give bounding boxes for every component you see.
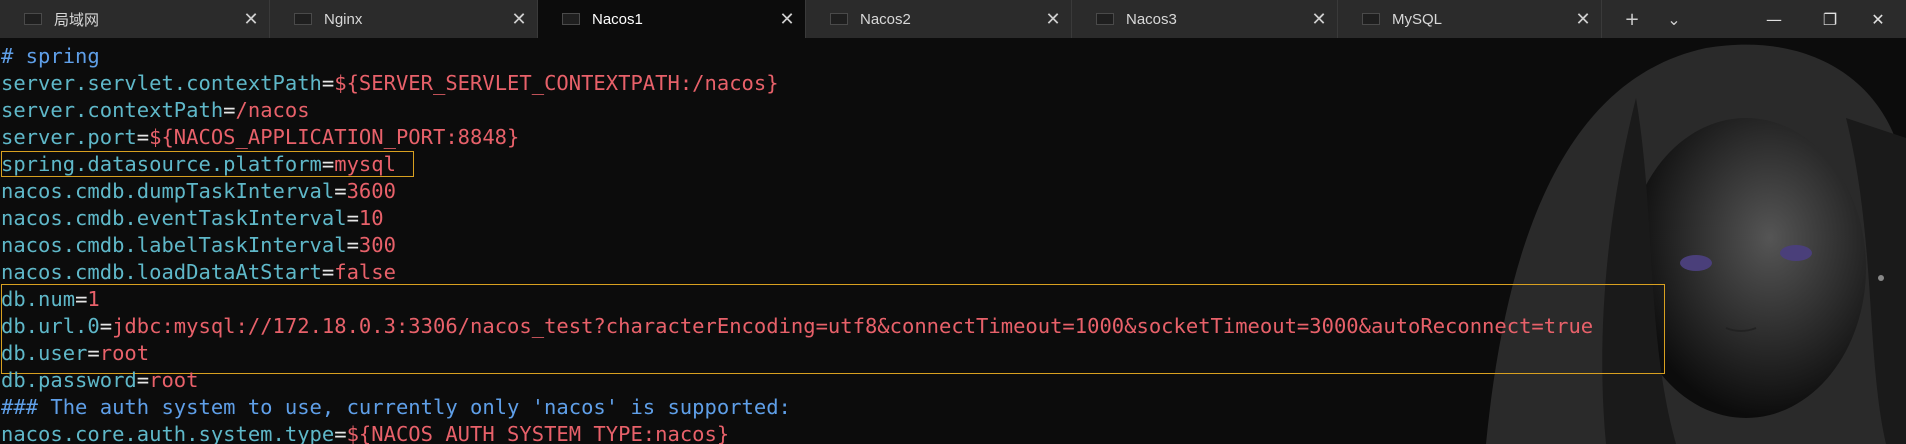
terminal-pane[interactable]: # spring server.servlet.contextPath=${SE…	[0, 38, 1906, 444]
config-value: 10	[358, 206, 384, 230]
config-line: server.contextPath=/nacos	[1, 97, 310, 124]
config-line: nacos.cmdb.loadDataAtStart=false	[1, 259, 396, 286]
tab-lan[interactable]: 局域网 ✕	[0, 0, 270, 38]
config-line: nacos.cmdb.labelTaskInterval=300	[1, 232, 396, 259]
config-value: /nacos	[235, 98, 310, 122]
tab-nginx[interactable]: Nginx ✕	[270, 0, 538, 38]
config-value: 300	[358, 233, 396, 257]
tab-label: Nginx	[324, 10, 363, 28]
close-tab-icon[interactable]: ✕	[1301, 9, 1337, 30]
config-key: nacos.cmdb.loadDataAtStart	[1, 260, 322, 284]
config-key: db.num	[1, 287, 76, 311]
tab-label: Nacos2	[860, 10, 911, 28]
config-line: nacos.core.auth.system.type=${NACOS_AUTH…	[1, 421, 729, 444]
tab-nacos3[interactable]: Nacos3 ✕	[1072, 0, 1338, 38]
config-line: db.password=root	[1, 367, 198, 394]
equals-sign: =	[87, 341, 100, 365]
comment-text: ### The auth system to use, currently on…	[1, 395, 791, 419]
config-value: false	[334, 260, 396, 284]
equals-sign: =	[136, 368, 150, 392]
equals-sign: =	[99, 314, 113, 338]
config-value: root	[149, 368, 199, 392]
terminal-icon	[24, 13, 42, 25]
config-key: server.servlet.contextPath	[1, 71, 322, 95]
background-anime-image	[1446, 38, 1906, 444]
config-value: mysql	[334, 152, 396, 176]
config-value: root	[99, 341, 150, 365]
config-line: spring.datasource.platform=mysql	[1, 151, 396, 178]
tab-bar: 局域网 ✕ Nginx ✕ Nacos1 ✕ Nacos2 ✕ Nacos3 ✕…	[0, 0, 1906, 38]
config-key: nacos.cmdb.dumpTaskInterval	[1, 179, 335, 203]
config-line: db.num=1	[1, 286, 100, 313]
config-key: server.contextPath	[1, 98, 224, 122]
equals-sign: =	[346, 206, 359, 230]
terminal-icon	[1096, 13, 1114, 25]
close-tab-icon[interactable]: ✕	[1035, 9, 1071, 30]
close-tab-icon[interactable]: ✕	[769, 9, 805, 30]
terminal-icon	[294, 13, 312, 25]
config-line: nacos.cmdb.eventTaskInterval=10	[1, 205, 384, 232]
config-key: nacos.cmdb.labelTaskInterval	[1, 233, 347, 257]
config-value: 1	[87, 287, 100, 311]
tab-label: Nacos1	[592, 10, 643, 28]
config-comment: ### The auth system to use, currently on…	[1, 394, 791, 421]
config-key: server.port	[1, 125, 137, 149]
close-window-button[interactable]: ✕	[1850, 0, 1906, 38]
new-tab-button[interactable]: +	[1614, 0, 1650, 38]
close-tab-icon[interactable]: ✕	[233, 9, 269, 30]
equals-sign: =	[75, 287, 88, 311]
config-value: ${NACOS_APPLICATION_PORT:8848}	[149, 125, 520, 149]
terminal-icon	[562, 13, 580, 25]
equals-sign: =	[223, 98, 236, 122]
equals-sign: =	[136, 125, 150, 149]
minimize-button[interactable]: —	[1746, 0, 1802, 38]
config-line: server.port=${NACOS_APPLICATION_PORT:884…	[1, 124, 519, 151]
config-value: ${NACOS_AUTH_SYSTEM_TYPE:nacos}	[346, 422, 730, 444]
comment-text: # spring	[1, 44, 100, 68]
config-comment: # spring	[1, 43, 100, 70]
tab-dropdown-button[interactable]: ⌄	[1656, 0, 1692, 38]
close-tab-icon[interactable]: ✕	[1565, 9, 1601, 30]
tab-label: Nacos3	[1126, 10, 1177, 28]
config-value: 3600	[346, 179, 396, 203]
equals-sign: =	[334, 422, 347, 444]
config-line: db.user=root	[1, 340, 149, 367]
terminal-icon	[1362, 13, 1380, 25]
config-line: server.servlet.contextPath=${SERVER_SERV…	[1, 70, 779, 97]
config-key: nacos.cmdb.eventTaskInterval	[1, 206, 347, 230]
tab-label: 局域网	[54, 11, 100, 29]
tab-label: MySQL	[1392, 10, 1443, 28]
tab-mysql[interactable]: MySQL ✕	[1338, 0, 1602, 38]
equals-sign: =	[321, 260, 335, 284]
equals-sign: =	[346, 233, 359, 257]
config-key: db.user	[1, 341, 88, 365]
config-key: spring.datasource.platform	[1, 152, 322, 176]
config-value: ${SERVER_SERVLET_CONTEXTPATH:/nacos}	[334, 71, 779, 95]
config-key: db.url.0	[1, 314, 100, 338]
config-line: nacos.cmdb.dumpTaskInterval=3600	[1, 178, 396, 205]
config-value: jdbc:mysql://172.18.0.3:3306/nacos_test?…	[112, 314, 1594, 338]
close-tab-icon[interactable]: ✕	[501, 9, 537, 30]
terminal-icon	[830, 13, 848, 25]
equals-sign: =	[321, 71, 335, 95]
tab-nacos2[interactable]: Nacos2 ✕	[806, 0, 1072, 38]
equals-sign: =	[321, 152, 335, 176]
equals-sign: =	[334, 179, 347, 203]
config-key: db.password	[1, 368, 137, 392]
config-key: nacos.core.auth.system.type	[1, 422, 335, 444]
tab-nacos1[interactable]: Nacos1 ✕	[538, 0, 806, 38]
config-line: db.url.0=jdbc:mysql://172.18.0.3:3306/na…	[1, 313, 1593, 340]
